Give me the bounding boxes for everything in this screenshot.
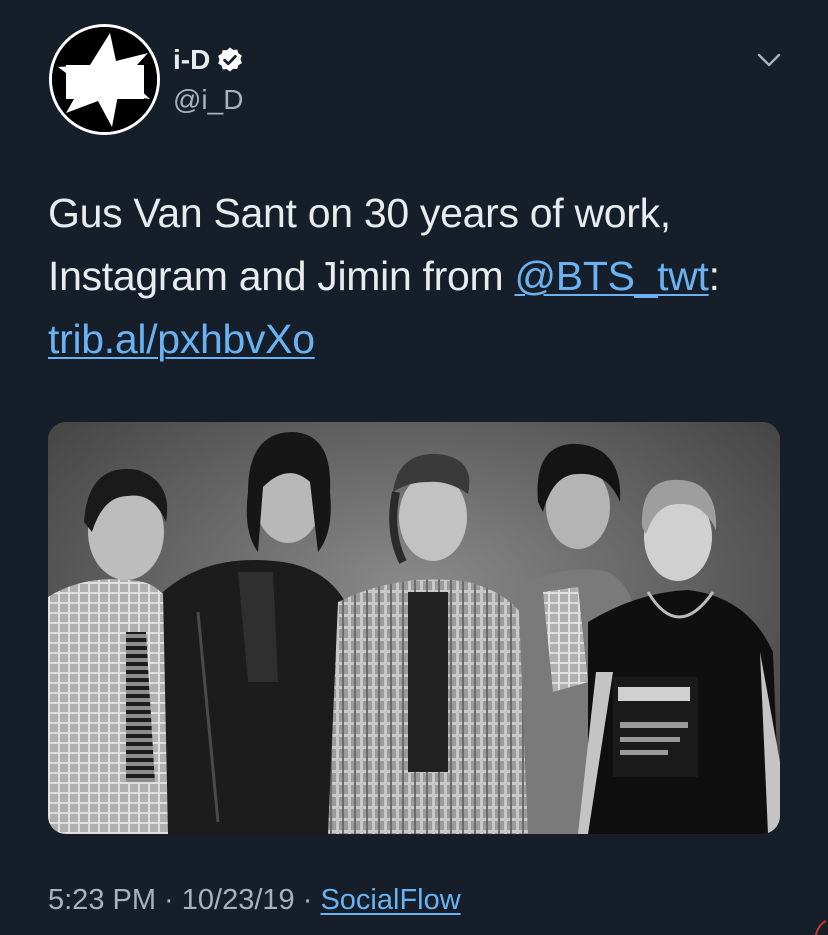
meta-separator-2: · — [294, 884, 321, 916]
tweet-date: 10/23/19 — [181, 884, 295, 916]
tweet-meta: 5:23 PM · 10/23/19 · SocialFlow — [48, 884, 461, 917]
source-link[interactable]: SocialFlow — [320, 884, 460, 916]
display-name[interactable]: i-D — [173, 44, 210, 76]
chevron-down-icon[interactable] — [754, 48, 784, 72]
avatar[interactable] — [49, 24, 160, 135]
tweet-time: 5:23 PM — [48, 884, 156, 916]
display-name-row[interactable]: i-D — [173, 42, 244, 78]
url-link[interactable]: trib.al/pxhbvXo — [48, 316, 315, 362]
corner-decoration — [810, 915, 828, 935]
tweet-card: i-D @i_D Gus Van Sant on 30 years of wor… — [0, 0, 828, 935]
verified-badge-icon — [216, 46, 244, 74]
mention-link[interactable]: @BTS_twt — [514, 253, 708, 299]
i-d-logo — [52, 27, 157, 132]
group-photo-image — [48, 422, 780, 834]
meta-separator: · — [156, 884, 182, 916]
tweet-text: Gus Van Sant on 30 years of work, Instag… — [48, 182, 788, 371]
handle[interactable]: @i_D — [173, 84, 243, 116]
tweet-text-part2: : — [708, 253, 720, 299]
tweet-photo[interactable] — [48, 422, 780, 834]
